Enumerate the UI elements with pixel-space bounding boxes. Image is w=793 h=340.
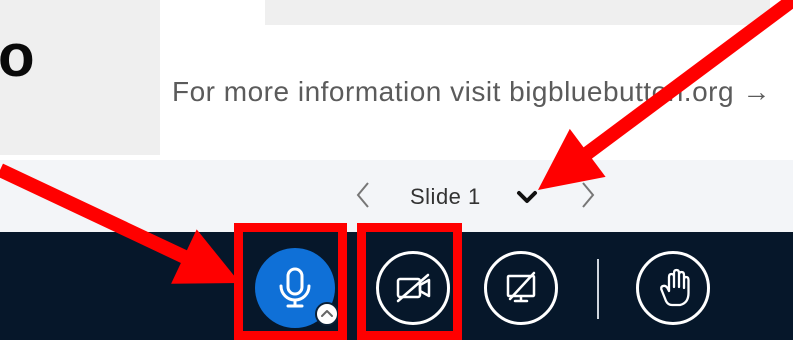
chevron-down-icon [517,191,537,203]
previous-slide-button[interactable] [350,180,376,210]
raise-hand-button[interactable] [636,251,710,325]
slide-navigation: Slide 1 [0,160,793,232]
screen-share-off-icon [506,271,536,303]
slide-select-dropdown[interactable] [514,188,540,208]
toolbar-divider [597,259,599,319]
slide-heading-fragment: o [0,22,35,89]
current-slide-label[interactable]: Slide 1 [410,186,481,208]
next-slide-button[interactable] [575,180,601,210]
presentation-area: o For more information visit bigbluebutt… [0,0,793,160]
annotation-box-audio [234,223,347,340]
hand-icon [660,268,690,307]
slide-text-block-top [265,0,770,25]
slide-info-text: For more information visit bigbluebutton… [172,76,771,107]
annotation-box-video [357,223,462,340]
chevron-left-icon [356,182,369,208]
chevron-right-icon [582,182,595,208]
slide-text-block-left: o [0,0,160,155]
screen-share-button[interactable] [484,251,558,325]
